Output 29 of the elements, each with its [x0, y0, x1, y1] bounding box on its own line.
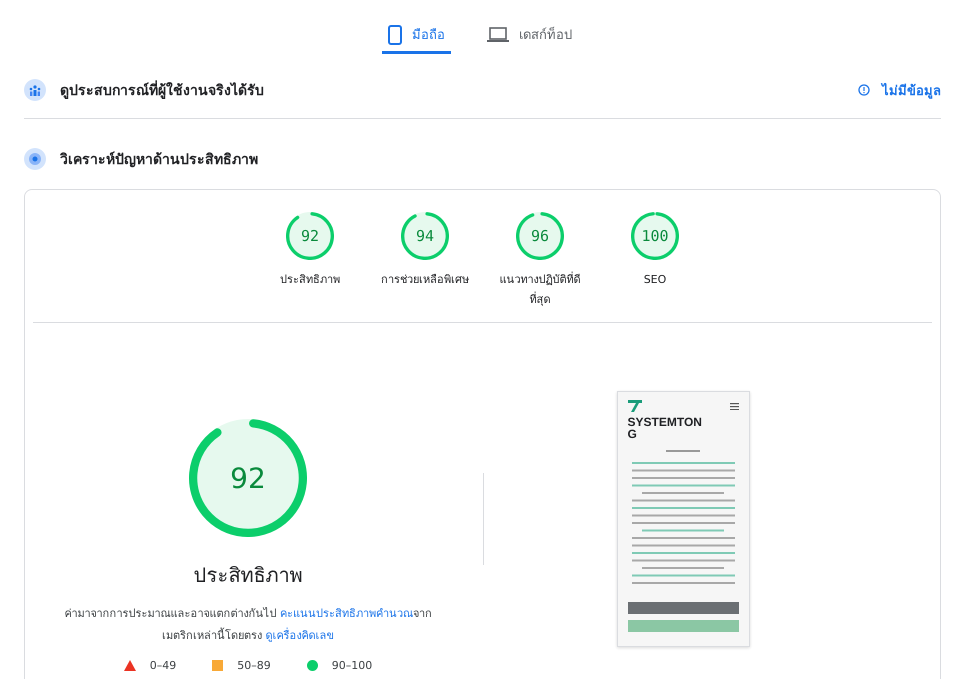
device-tab[interactable]: มือถือ	[382, 18, 451, 54]
section-title: วิเคราะห์ปัญหาด้านประสิทธิภาพ	[60, 150, 259, 170]
logo-icon	[628, 400, 642, 412]
users-icon	[24, 79, 46, 101]
category-label: แนวทางปฏิบัติที่ดีที่สุด	[498, 270, 582, 308]
score-description: ค่ามาจากการประมาณและอาจแตกต่างกันไป คะแนนประสิทธิภาพคำนวณจากเมตริกเหล่านี้โดยตรง ดูเครื่องคิดเลข	[63, 606, 433, 644]
target-icon	[24, 148, 46, 170]
device-tab[interactable]: เดสก์ท็อป	[481, 18, 578, 54]
score-value: 92	[229, 460, 267, 496]
score-value: 100	[640, 226, 670, 247]
menu-icon	[730, 402, 738, 410]
laptop-icon	[487, 26, 509, 42]
legend-label: 90–100	[332, 659, 372, 672]
phone-icon	[388, 24, 402, 44]
info-icon	[858, 84, 870, 96]
score-value: 96	[530, 226, 550, 247]
category-label: ประสิทธิภาพ	[280, 272, 340, 288]
description-link[interactable]: คะแนนประสิทธิภาพคำนวณ	[280, 607, 413, 620]
brand-name: SYSTEMTONG	[628, 416, 703, 440]
score-value: 94	[414, 226, 436, 247]
category-title: ประสิทธิภาพ	[194, 562, 302, 589]
no-data-status: ไม่มีข้อมูล	[882, 82, 941, 100]
score-value: 92	[300, 226, 320, 247]
legend-label: 50–89	[237, 659, 271, 672]
legend-label: 0–49	[150, 659, 176, 672]
category-label: การช่วยเหลือพิเศษ	[381, 272, 469, 288]
section-title: ดูประสบการณ์ที่ผู้ใช้งานจริงได้รับ	[60, 79, 844, 101]
description-link[interactable]: ดูเครื่องคิดเลข	[265, 629, 334, 642]
category-label: SEO	[644, 272, 666, 288]
